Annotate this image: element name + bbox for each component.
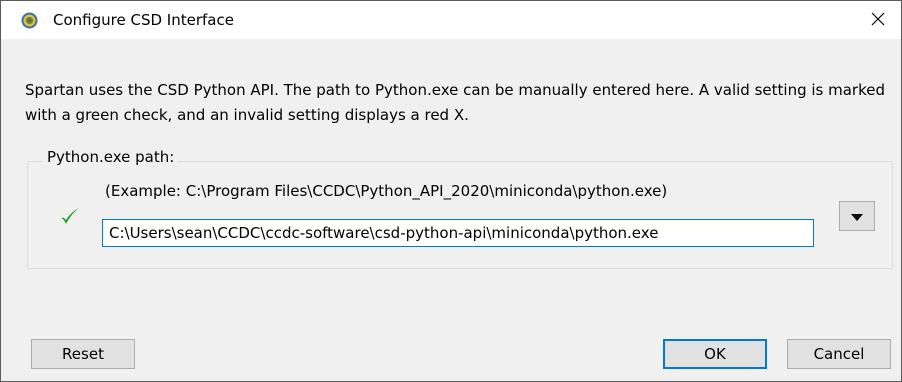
spartan-app-icon: [21, 12, 38, 29]
window-title: Configure CSD Interface: [53, 11, 234, 29]
ok-button[interactable]: OK: [663, 339, 767, 369]
path-dropdown-button[interactable]: [839, 201, 875, 231]
cancel-button[interactable]: Cancel: [787, 339, 891, 369]
reset-button[interactable]: Reset: [31, 339, 135, 369]
description-text: Spartan uses the CSD Python API. The pat…: [25, 81, 885, 124]
python-path-group-label: Python.exe path:: [43, 147, 179, 167]
example-path-hint: (Example: C:\Program Files\CCDC\Python_A…: [105, 182, 668, 200]
configure-csd-dialog: Configure CSD Interface Spartan uses the…: [0, 0, 902, 382]
close-button[interactable]: [855, 1, 901, 39]
dropdown-arrow-icon: [851, 207, 863, 226]
close-icon: [871, 11, 885, 30]
green-check-icon: [59, 205, 81, 227]
python-path-input[interactable]: [102, 219, 814, 247]
python-path-groupbox: [27, 161, 893, 269]
title-bar: Configure CSD Interface: [1, 1, 901, 39]
